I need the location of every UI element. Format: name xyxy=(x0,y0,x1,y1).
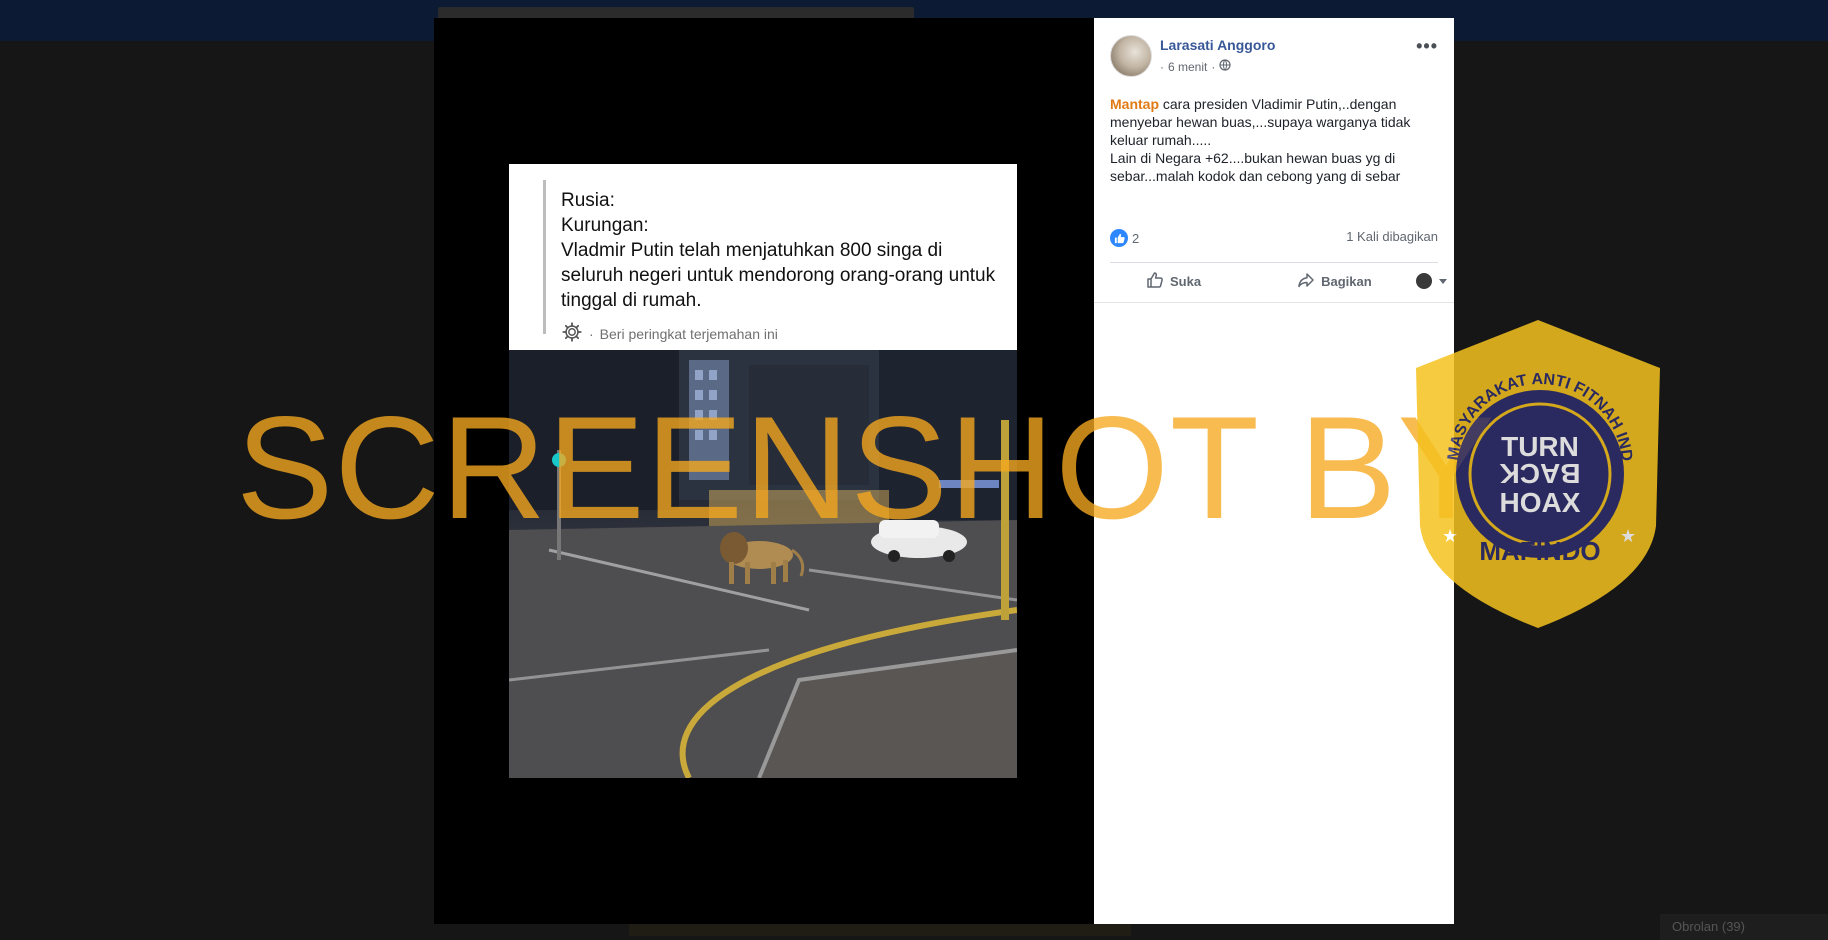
profile-mini-avatar xyxy=(1415,273,1432,289)
star-icon: ★ xyxy=(1442,526,1458,546)
like-icon xyxy=(1110,229,1128,247)
action-bar: Suka Bagikan xyxy=(1110,264,1447,298)
logo-line-1: TURN xyxy=(1501,431,1579,462)
post-meta: · 6 menit · xyxy=(1160,59,1231,74)
translation-line-topic: Kurungan: xyxy=(561,215,649,236)
more-icon[interactable]: ••• xyxy=(1416,36,1438,57)
like-label: Suka xyxy=(1170,273,1202,289)
gear-icon xyxy=(561,321,583,346)
rate-translation[interactable]: · Beri peringkat terjemahan ini xyxy=(561,321,778,346)
translation-line-body: Vladmir Putin telah menjatuhkan 800 sing… xyxy=(561,240,996,311)
post-text-line2: Lain di Negara +62....bukan hewan buas y… xyxy=(1110,150,1401,184)
mafindo-logo: MASYARAKAT ANTI FITNAH INDONESIA MAFINDO… xyxy=(1412,316,1660,628)
share-count[interactable]: 1 Kali dibagikan xyxy=(1346,229,1438,247)
divider xyxy=(1110,262,1438,263)
post-as-selector[interactable] xyxy=(1415,273,1448,289)
caret-down-icon xyxy=(1438,274,1448,289)
like-button[interactable]: Suka xyxy=(1146,271,1201,292)
share-label: Bagikan xyxy=(1321,273,1372,289)
meta-separator: · xyxy=(1160,59,1164,74)
translation-text: Rusia: Kurungan: Vladmir Putin telah men… xyxy=(561,188,1001,313)
translation-line-country: Rusia: xyxy=(561,190,615,211)
share-button[interactable]: Bagikan xyxy=(1297,271,1372,292)
chat-tab[interactable]: Obrolan (39) xyxy=(1660,914,1828,940)
post-text-highlight[interactable]: Mantap xyxy=(1110,96,1159,112)
like-outline-icon xyxy=(1146,271,1164,292)
divider xyxy=(1094,302,1454,303)
likes-count: 2 xyxy=(1132,230,1140,246)
author-name[interactable]: Larasati Anggoro xyxy=(1160,37,1275,53)
quote-bar xyxy=(543,180,546,334)
logo-line-2: BACK xyxy=(1500,458,1581,489)
post-time[interactable]: 6 menit xyxy=(1168,60,1207,74)
watermark-text: SCREENSHOT BY xyxy=(236,386,1496,549)
translation-box: Rusia: Kurungan: Vladmir Putin telah men… xyxy=(509,164,1017,350)
logo-arc-bottom: MAFINDO xyxy=(1479,536,1600,566)
reaction-bar: 2 1 Kali dibagikan xyxy=(1110,229,1438,247)
chat-label: Obrolan (39) xyxy=(1672,919,1745,934)
globe-icon xyxy=(1219,59,1231,74)
post-text: Mantap cara presiden Vladimir Putin,..de… xyxy=(1110,95,1430,185)
logo-line-3: HOAX xyxy=(1500,487,1581,518)
rate-translation-label: Beri peringkat terjemahan ini xyxy=(599,325,778,342)
star-icon: ★ xyxy=(1620,526,1636,546)
likes-summary[interactable]: 2 xyxy=(1110,229,1139,247)
share-icon xyxy=(1297,271,1315,292)
avatar[interactable] xyxy=(1110,35,1152,77)
